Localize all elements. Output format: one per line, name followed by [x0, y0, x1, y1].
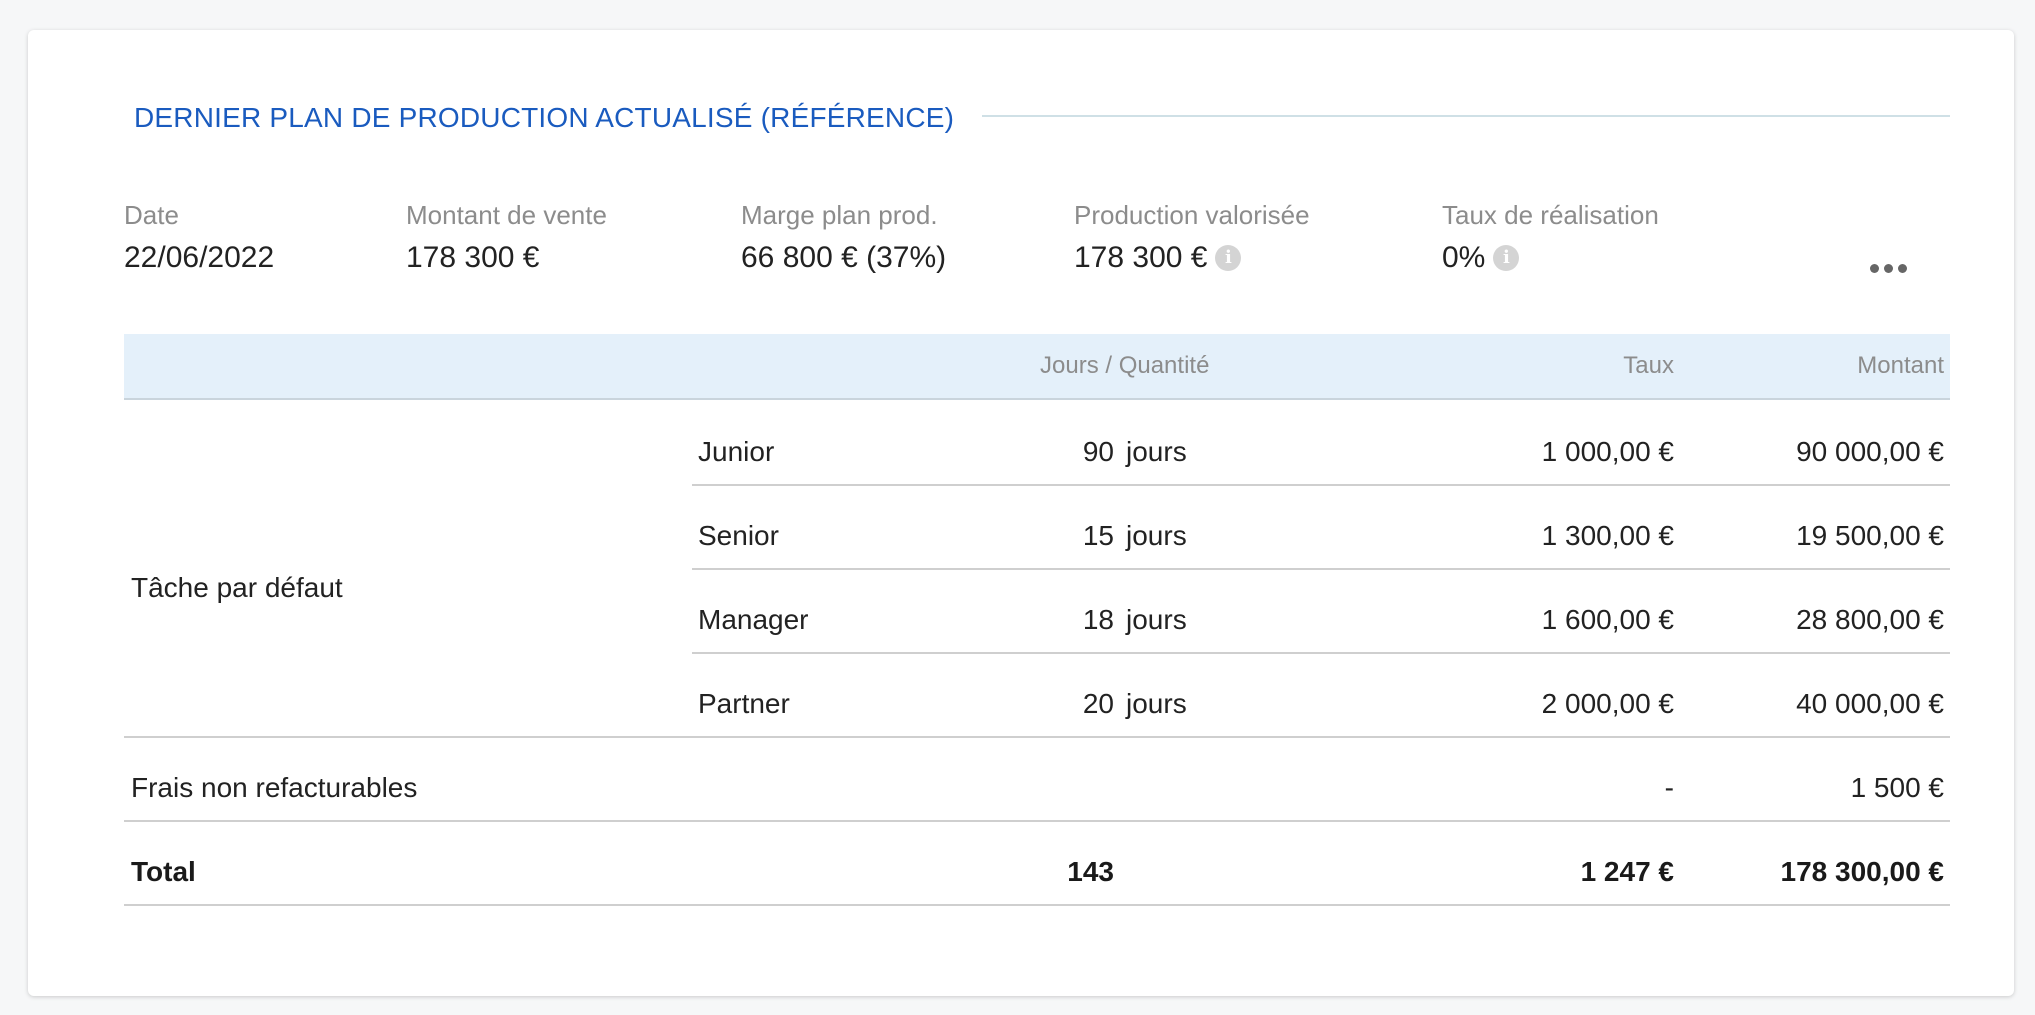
row-unit: jours [1126, 520, 1187, 551]
summary-date: Date 22/06/2022 [124, 198, 274, 278]
summary-production: Production valorisée 178 300 € i [1074, 198, 1310, 278]
header-qty: Jours / Quantité [1040, 352, 1210, 379]
rate-value-row: 0% i [1442, 238, 1659, 278]
rate-label: Taux de réalisation [1442, 200, 1659, 230]
row-divider [692, 568, 1950, 570]
row-amount: 19 500,00 € [1796, 520, 1944, 551]
summary-margin: Marge plan prod. 66 800 € (37%) [741, 198, 946, 278]
row-divider [124, 736, 1950, 738]
total-qty: 143 [1067, 856, 1114, 887]
task-label: Tâche par défaut [131, 572, 343, 603]
fees-label: Frais non refacturables [131, 772, 418, 803]
row-amount: 90 000,00 € [1796, 436, 1944, 467]
date-value: 22/06/2022 [124, 241, 275, 274]
fees-amount: 1 500 € [1850, 772, 1944, 803]
row-divider [124, 820, 1950, 822]
row-role: Junior [698, 436, 775, 467]
production-value-row: 178 300 € i [1074, 238, 1310, 278]
row-divider [692, 652, 1950, 654]
margin-label: Marge plan prod. [741, 200, 938, 230]
row-qty: 20 [1082, 688, 1114, 719]
row-amount: 28 800,00 € [1796, 604, 1944, 635]
row-role: Partner [698, 688, 790, 719]
table-bottom-rule [124, 904, 1950, 906]
row-role: Senior [698, 520, 779, 551]
info-icon[interactable]: i [1493, 245, 1520, 271]
row-qty: 90 [1082, 436, 1114, 467]
row-qty: 18 [1082, 604, 1114, 635]
summary-rate: Taux de réalisation 0% i [1442, 198, 1659, 278]
production-value: 178 300 € [1074, 241, 1208, 274]
row-unit: jours [1126, 688, 1187, 719]
rate-value: 0% [1442, 241, 1486, 274]
total-amount: 178 300,00 € [1780, 856, 1945, 887]
production-label: Production valorisée [1074, 200, 1310, 230]
info-icon[interactable]: i [1215, 245, 1242, 271]
production-plan-card: DERNIER PLAN DE PRODUCTION ACTUALISÉ (RÉ… [28, 30, 2014, 996]
section-title: DERNIER PLAN DE PRODUCTION ACTUALISÉ (RÉ… [134, 102, 955, 133]
row-qty: 15 [1082, 520, 1114, 551]
sale-amount-label: Montant de vente [406, 200, 607, 230]
header-amount: Montant [1857, 352, 1944, 379]
table-header: Jours / Quantité Taux Montant [124, 334, 1950, 400]
summary-sale-amount: Montant de vente 178 300 € [406, 198, 607, 278]
more-horizontal-icon[interactable] [1864, 256, 1913, 281]
total-label: Total [131, 856, 196, 887]
margin-value: 66 800 € (37%) [741, 241, 947, 274]
sale-amount-value: 178 300 € [406, 241, 540, 274]
row-amount: 40 000,00 € [1796, 688, 1944, 719]
row-unit: jours [1126, 604, 1187, 635]
date-label: Date [124, 200, 179, 230]
row-unit: jours [1126, 436, 1187, 467]
row-role: Manager [698, 604, 809, 635]
title-divider [982, 115, 1950, 117]
row-divider [692, 484, 1950, 486]
